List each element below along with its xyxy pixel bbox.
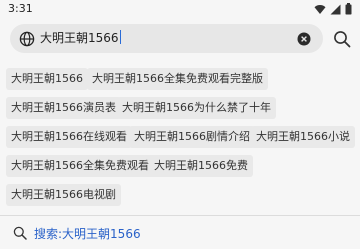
suggestion-chip[interactable]: 大明王朝1566为什么禁了十年 [117, 97, 276, 119]
search-query: 大明王朝1566 [40, 31, 119, 45]
search-input[interactable]: 大明王朝1566 [10, 24, 323, 53]
text-caret [119, 30, 121, 44]
suggestion-chip[interactable]: 大明王朝1566小说 [251, 126, 355, 148]
suggestion-chip[interactable]: 大明王朝1566全集免费观看完整版 [87, 68, 268, 90]
search-query-text[interactable]: 大明王朝1566 [40, 30, 121, 47]
status-icons [314, 3, 352, 15]
status-time: 3:31 [8, 2, 33, 15]
suggestion-chip[interactable]: 大明王朝1566全集免费观看 [6, 155, 154, 177]
globe-icon [19, 31, 35, 47]
search-suggestion-label: 搜索:大明王朝1566 [34, 227, 141, 241]
clear-icon[interactable] [297, 32, 311, 46]
divider [0, 215, 360, 216]
status-bar: 3:31 [0, 0, 360, 20]
search-icon[interactable] [333, 30, 351, 48]
search-row: 大明王朝1566 [0, 20, 360, 57]
cellular-signal-icon [330, 4, 341, 14]
wifi-icon [314, 4, 326, 14]
battery-icon [345, 3, 352, 15]
suggestion-chip[interactable]: 大明王朝1566剧情介绍 [129, 126, 255, 148]
suggestion-chip[interactable]: 大明王朝1566演员表 [6, 97, 121, 119]
search-suggestion-row[interactable]: 搜索:大明王朝1566 [0, 218, 360, 249]
suggestion-chip[interactable]: 大明王朝1566电视剧 [6, 184, 121, 206]
suggestion-chip[interactable]: 大明王朝1566在线观看 [6, 126, 132, 148]
suggestion-chip[interactable]: 大明王朝1566免费 [149, 155, 253, 177]
suggestion-chip[interactable]: 大明王朝1566 [6, 68, 88, 90]
search-icon [13, 226, 27, 240]
